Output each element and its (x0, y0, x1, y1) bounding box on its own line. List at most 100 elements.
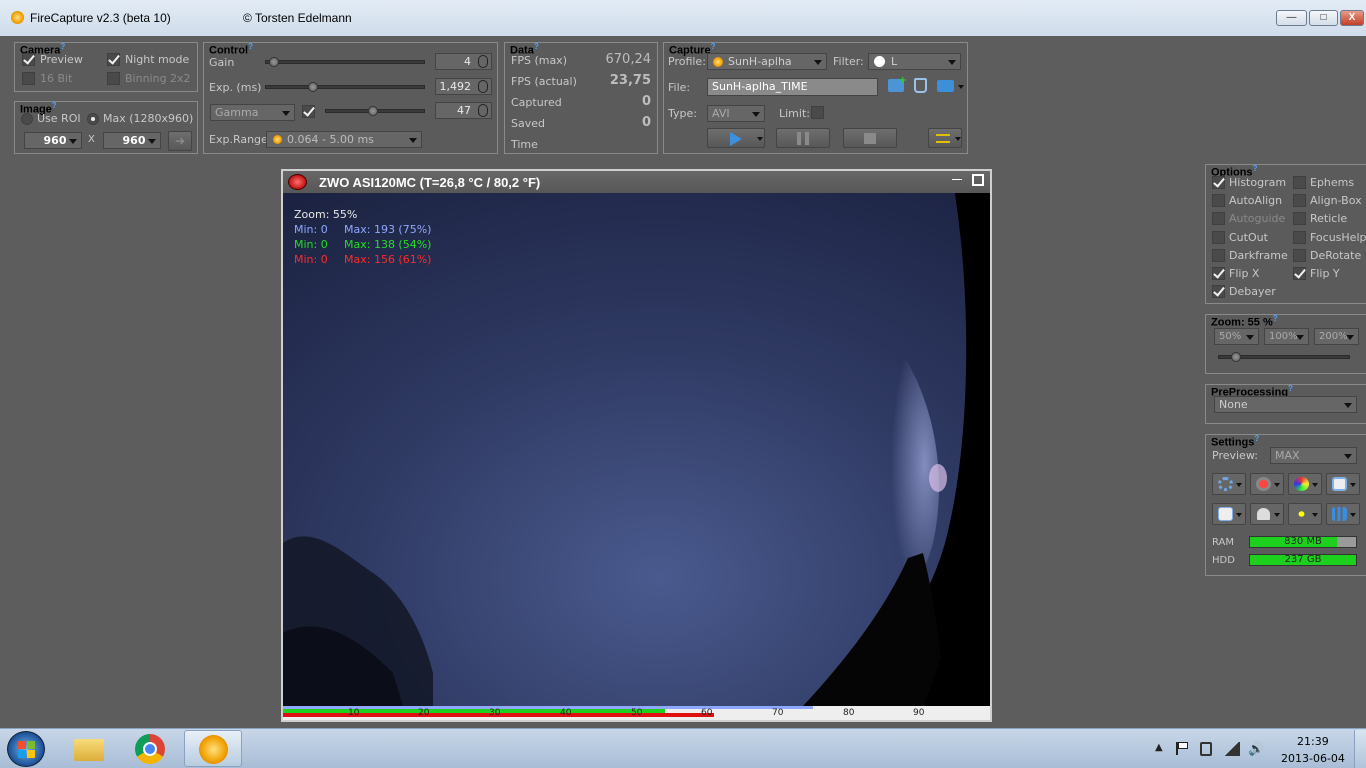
night-mode-checkbox[interactable] (107, 53, 120, 66)
option-checkbox[interactable] (1212, 194, 1225, 208)
gamma-slider[interactable] (325, 106, 425, 116)
option-checkbox[interactable] (1212, 176, 1225, 189)
limit-label: Limit: (779, 107, 810, 120)
max-resolution-radio[interactable] (87, 113, 99, 125)
exposure-spinner-icon[interactable] (478, 80, 488, 93)
option-checkbox[interactable] (1293, 194, 1306, 208)
zoom-slider-knob[interactable] (1231, 352, 1241, 362)
help-icon[interactable]: ? (1254, 434, 1259, 443)
action-center-flag-icon[interactable] (1176, 742, 1188, 755)
start-capture-button[interactable] (707, 128, 765, 148)
option-checkbox[interactable] (1293, 212, 1306, 226)
record-settings-button[interactable] (1250, 473, 1284, 495)
filter-value: L (891, 55, 898, 68)
profile-select[interactable]: SunH-aplha (707, 53, 827, 70)
gamma-select[interactable]: Gamma (210, 104, 295, 121)
help-icon[interactable]: ? (534, 42, 539, 51)
device-icon[interactable] (1200, 742, 1212, 756)
start-button[interactable] (7, 731, 45, 767)
option-checkbox[interactable] (1212, 267, 1225, 280)
option-checkbox[interactable] (1293, 176, 1306, 189)
exposure-input[interactable]: 1,492 (435, 78, 492, 95)
logs-button[interactable] (1212, 503, 1246, 525)
gamma-enable-checkbox[interactable] (302, 105, 315, 118)
settings-gear-button[interactable] (1212, 473, 1246, 495)
gamma-input[interactable]: 47 (435, 102, 492, 119)
gain-slider-knob[interactable] (269, 57, 279, 67)
width-select[interactable]: 960 (24, 132, 82, 149)
export-button[interactable] (1326, 473, 1360, 495)
camera-title: ZWO ASI120MC (T=26,8 °C / 80,2 °F) (319, 175, 541, 190)
gear-icon (1218, 477, 1233, 491)
help-icon[interactable]: ? (52, 101, 57, 110)
pause-button[interactable] (776, 128, 830, 148)
gain-input[interactable]: 4 (435, 53, 492, 70)
histogram-button[interactable] (1326, 503, 1360, 525)
speed-button[interactable] (1250, 503, 1284, 525)
capture-list-button[interactable] (928, 128, 962, 148)
preview-checkbox[interactable] (22, 53, 35, 66)
option-checkbox[interactable] (1212, 248, 1225, 262)
clock-time[interactable]: 21:39 (1297, 735, 1329, 748)
apply-resolution-button[interactable]: ➔ (168, 131, 192, 151)
focus-button[interactable] (1288, 503, 1322, 525)
stop-button[interactable] (843, 128, 897, 148)
maximize-button[interactable]: □ (1309, 10, 1338, 26)
binning-checkbox[interactable] (107, 72, 120, 85)
open-folder-icon[interactable] (937, 80, 954, 92)
delete-icon[interactable] (914, 78, 927, 93)
type-select[interactable]: AVI (707, 105, 765, 122)
exposure-slider[interactable] (265, 82, 425, 92)
help-icon[interactable]: ? (1253, 164, 1258, 173)
color-settings-button[interactable] (1288, 473, 1322, 495)
firecapture-taskbar-button[interactable] (184, 730, 242, 767)
option-label: Flip X (1229, 267, 1260, 280)
zoom-preset-button[interactable]: 50% (1214, 328, 1259, 345)
help-icon[interactable]: ? (1288, 384, 1293, 393)
file-name-input[interactable]: SunH-aplha_TIME (707, 78, 878, 96)
gamma-slider-knob[interactable] (368, 106, 378, 116)
viewer-maximize-button[interactable] (972, 174, 984, 186)
help-icon[interactable]: ? (60, 42, 65, 51)
help-icon[interactable]: ? (711, 42, 716, 51)
exposure-slider-knob[interactable] (308, 82, 318, 92)
close-button[interactable]: X (1340, 10, 1364, 26)
filter-select[interactable]: L (868, 53, 961, 70)
gain-spinner-icon[interactable] (478, 55, 488, 68)
zoom-preset-button[interactable]: 100% (1264, 328, 1309, 345)
network-signal-icon[interactable] (1224, 742, 1240, 756)
option-checkbox[interactable] (1212, 230, 1225, 244)
volume-icon[interactable]: 🔊 (1248, 742, 1264, 757)
limit-checkbox[interactable] (811, 106, 824, 119)
help-icon[interactable]: ? (248, 42, 253, 51)
exp-range-select[interactable]: 0.064 - 5.00 ms (266, 131, 422, 148)
gamma-spinner-icon[interactable] (478, 104, 488, 117)
minimize-button[interactable]: — (1276, 10, 1307, 26)
author-credit: © Torsten Edelmann (243, 11, 352, 25)
show-hidden-icons[interactable]: ▲ (1155, 742, 1163, 753)
option-checkbox[interactable] (1293, 230, 1306, 244)
16bit-checkbox[interactable] (22, 72, 35, 85)
option-checkbox[interactable] (1293, 248, 1306, 262)
new-folder-icon[interactable]: + (888, 75, 907, 92)
option-checkbox[interactable] (1212, 285, 1225, 299)
zoom-preset-button[interactable]: 200% (1314, 328, 1359, 345)
option-checkbox[interactable] (1212, 212, 1225, 226)
preview-mode-select[interactable]: MAX (1270, 447, 1357, 464)
exposure-value: 1,492 (439, 80, 472, 93)
clock-date[interactable]: 2013-06-04 (1281, 752, 1345, 765)
chrome-icon[interactable] (135, 734, 165, 764)
option-checkbox[interactable] (1293, 267, 1306, 280)
options-panel: Options? Histogram Ephems AutoAlign Align-B… (1205, 164, 1366, 304)
folder-dropdown-arrow-icon[interactable] (958, 85, 964, 89)
show-desktop-button[interactable] (1354, 730, 1366, 768)
zoom-slider[interactable] (1218, 352, 1350, 362)
viewer-minimize-button[interactable]: — (952, 174, 962, 185)
explorer-taskbar-button[interactable] (70, 733, 108, 763)
use-roi-radio[interactable] (21, 113, 33, 125)
gain-slider[interactable] (265, 57, 425, 67)
help-icon[interactable]: ? (1273, 314, 1278, 323)
preprocessing-select[interactable]: None (1214, 396, 1357, 413)
height-select[interactable]: 960 (103, 132, 161, 149)
camera-image[interactable] (283, 193, 990, 706)
